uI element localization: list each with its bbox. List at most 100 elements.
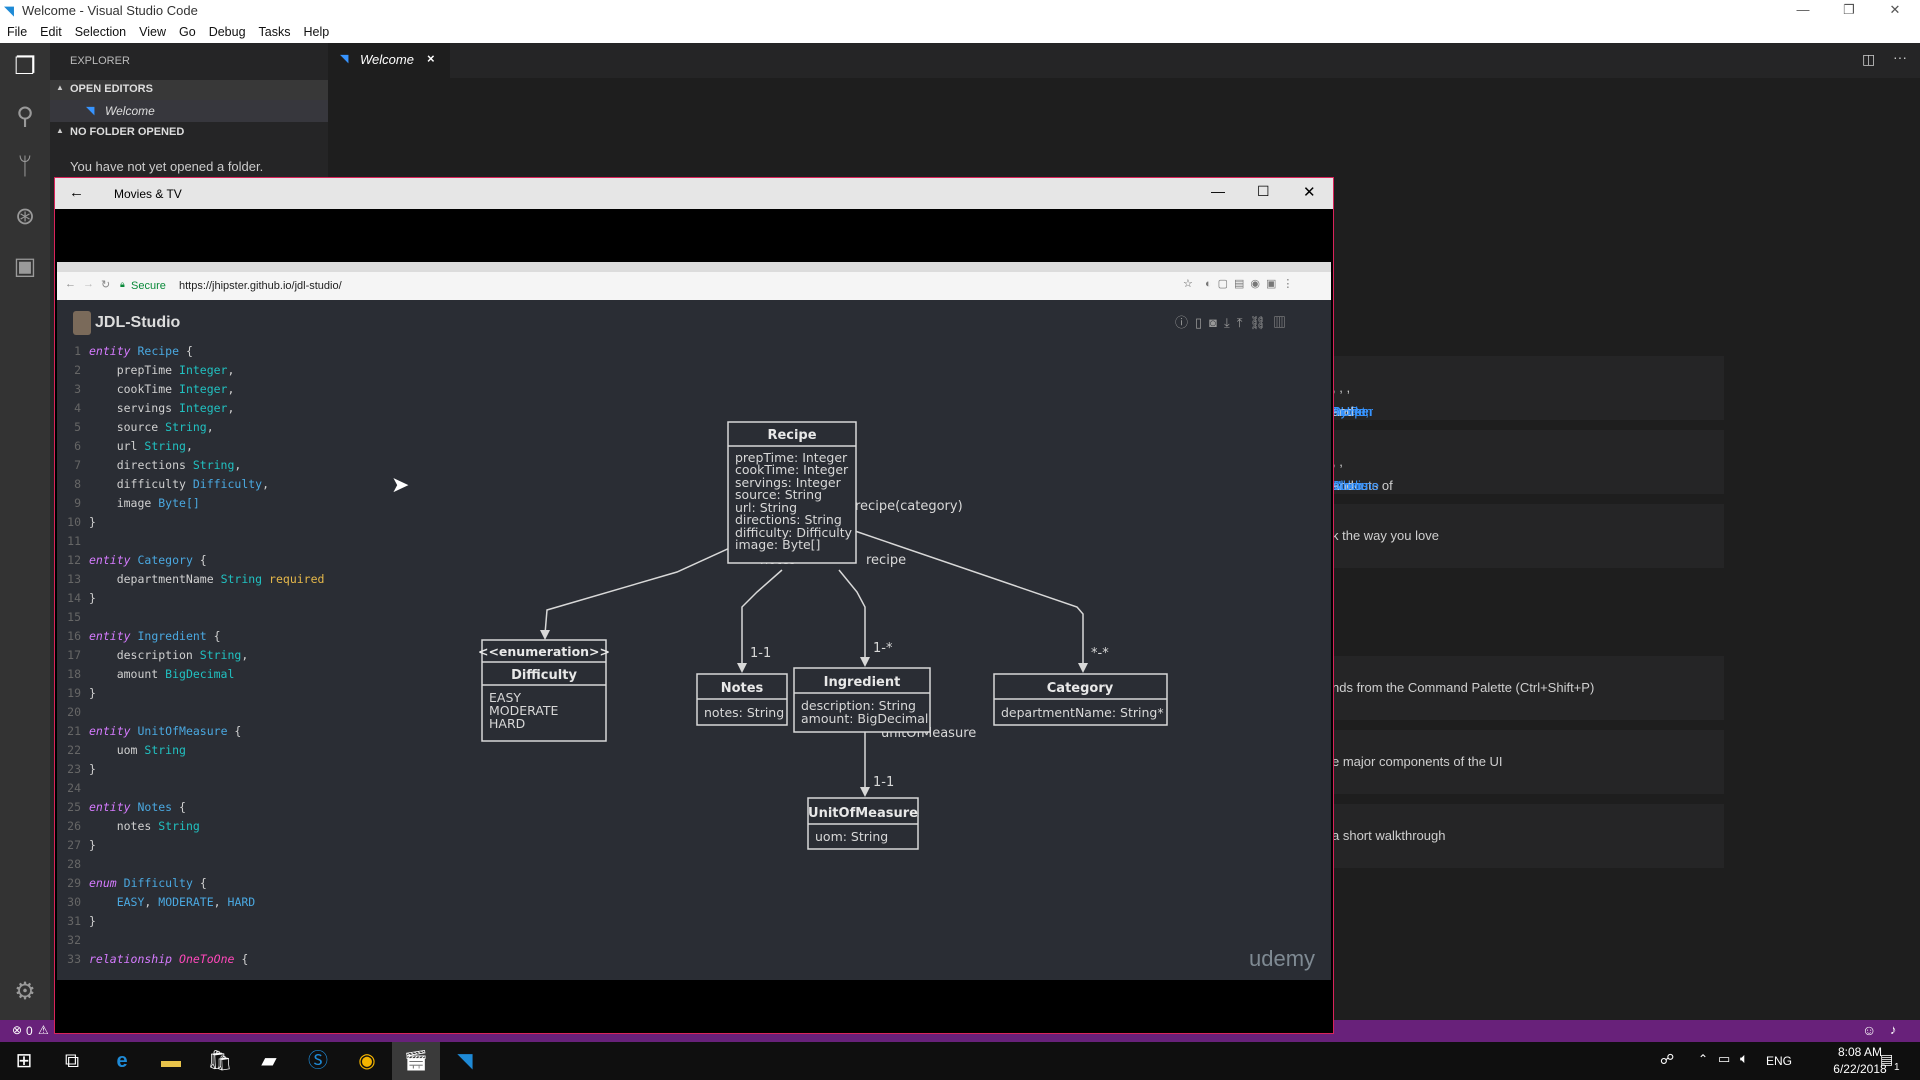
no-folder-label: NO FOLDER OPENED [70,126,185,138]
star-icon[interactable]: ☆ [1183,277,1193,290]
welcome-card-overview[interactable]: e major components of the UI [1332,730,1724,794]
forward-icon[interactable]: → [83,278,94,290]
code-token: String [144,743,186,757]
menu-debug[interactable]: Debug [202,22,252,39]
back-icon[interactable]: ← [65,278,76,290]
menu-view[interactable]: View [132,22,172,39]
code-token: Recipe [137,344,180,358]
line-number: 7 [74,458,81,472]
split-editor-icon[interactable]: ◫ [1862,51,1875,68]
extension-icons[interactable]: ◐▢▤◉▣⋮ [1205,277,1299,290]
tab-welcome[interactable]: ◥ Welcome × [328,43,450,78]
menu-file[interactable]: File [0,22,33,39]
code-token: prepTime [89,363,180,377]
debug-icon[interactable]: ⊛ [11,203,39,231]
action-center-icon[interactable]: ▤ [1880,1051,1893,1068]
field: HARD [489,716,525,731]
tab-label: Welcome [360,52,414,67]
gear-icon[interactable]: ⚙ [11,978,39,1006]
line-number: 15 [67,610,81,624]
card-text: a short walkthrough [1332,828,1446,843]
lock-icon: 🔒︎ [120,279,125,289]
code-token: { [234,952,249,966]
skype-icon[interactable]: Ⓢ [294,1042,342,1080]
welcome-card-theme[interactable]: k the way you love [1332,504,1724,568]
open-editors-section[interactable]: ▲ OPEN EDITORS [50,80,328,100]
people-icon[interactable]: ☍ [1660,1051,1674,1068]
welcome-card-keymaps[interactable]: hortcuts of Vim, Sublime, Atom and other… [1332,430,1724,494]
menu-go[interactable]: Go [172,22,202,39]
field: uom: String [815,829,888,844]
label-recipe: recipe [866,553,906,568]
menu-tasks[interactable]: Tasks [252,22,297,39]
file-explorer-icon[interactable]: ▬ [147,1042,195,1080]
url-field[interactable]: https://jhipster.github.io/jdl-studio/ [179,280,342,292]
link-others[interactable]: others [1332,478,1368,493]
code-line: 10} [57,515,96,534]
explorer-header: EXPLORER [70,55,130,67]
field: amount: BigDecimal [801,711,928,726]
notes-app-icon[interactable]: ▰ [245,1042,293,1080]
field: departmentName: String* [1001,705,1164,720]
open-editor-item[interactable]: ◥ Welcome [50,100,328,122]
task-view-icon[interactable]: ⧉ [48,1042,96,1080]
line-number: 9 [74,496,81,510]
edge-icon[interactable]: e [98,1042,146,1080]
no-folder-section[interactable]: ▲ NO FOLDER OPENED [50,123,328,143]
movies-minimize-button[interactable]: — [1211,183,1225,199]
welcome-card-commands[interactable]: nds from the Command Palette (Ctrl+Shift… [1332,656,1724,720]
error-icon[interactable]: ⊗ [12,1023,22,1037]
code-line: 33 relationship OneToOne { [57,952,248,971]
store-icon[interactable]: 🛍︎ [196,1042,244,1080]
explorer-icon[interactable]: ❐ [11,53,39,81]
close-button[interactable]: ✕ [1872,0,1918,22]
chrome-canary-icon[interactable]: ◉ [343,1042,391,1080]
windows-start-icon[interactable]: ⊞ [0,1042,48,1080]
volume-icon[interactable]: 🔈︎ [1740,1050,1748,1067]
vscode-taskbar-icon[interactable]: ◥ [441,1042,489,1080]
toolbar-icons[interactable]: ⓘ▯◙⤓⤒⛓▥ [1175,312,1293,331]
warning-icon[interactable]: ⚠ [38,1023,49,1037]
link-more[interactable]: more [1332,404,1362,419]
code-line: 9 image Byte[] [57,496,200,515]
line-number: 23 [67,762,81,776]
welcome-card-playground[interactable]: a short walkthrough [1332,804,1724,868]
line-number: 32 [67,933,81,947]
minimize-button[interactable]: — [1780,0,1826,22]
search-icon[interactable]: ⚲ [11,103,39,131]
movies-tv-taskbar-icon[interactable]: 🎬︎ [392,1042,440,1080]
code-line: 2 prepTime Integer, [57,363,234,382]
extensions-icon[interactable]: ▣ [11,253,39,281]
code-token: , [227,401,235,415]
movies-maximize-button[interactable]: ☐ [1257,183,1270,200]
line-number: 10 [67,515,81,529]
menu-edit[interactable]: Edit [33,22,68,39]
app-name: JDL-Studio [95,314,181,331]
code-line: 11 [57,534,89,553]
card-text: k the way you love [1332,528,1439,543]
reload-icon[interactable]: ↻ [101,278,110,291]
maximize-button[interactable]: ❐ [1826,0,1872,22]
error-count[interactable]: 0 [26,1024,33,1038]
network-icon[interactable]: ▭ [1718,1051,1730,1067]
back-arrow-icon[interactable]: ← [69,184,84,201]
menu-selection[interactable]: Selection [68,22,132,39]
code-token: entity [89,344,131,358]
enum-stereotype: <<enumeration>> [478,644,610,659]
menu-help[interactable]: Help [297,22,336,39]
movies-close-button[interactable]: ✕ [1303,183,1316,201]
avatar [73,311,91,335]
chevron-up-icon[interactable]: ⌃ [1698,1052,1708,1066]
jdl-code-editor[interactable]: 1 entity Recipe {2 prepTime Integer, 3 coo… [57,344,437,974]
code-token: Notes [137,800,173,814]
welcome-card-languages[interactable]: Script, Python, PHP, Azure, Docker and m… [1332,356,1724,420]
more-actions-icon[interactable]: ··· [1893,49,1907,65]
language-indicator[interactable]: ENG [1766,1054,1792,1068]
source-control-icon[interactable]: ᛘ [11,153,39,181]
bell-icon[interactable]: ♪ [1890,1022,1897,1037]
smiley-icon[interactable]: ☺ [1862,1022,1876,1038]
line-number: 28 [67,857,81,871]
tab-close-icon[interactable]: × [427,51,435,66]
